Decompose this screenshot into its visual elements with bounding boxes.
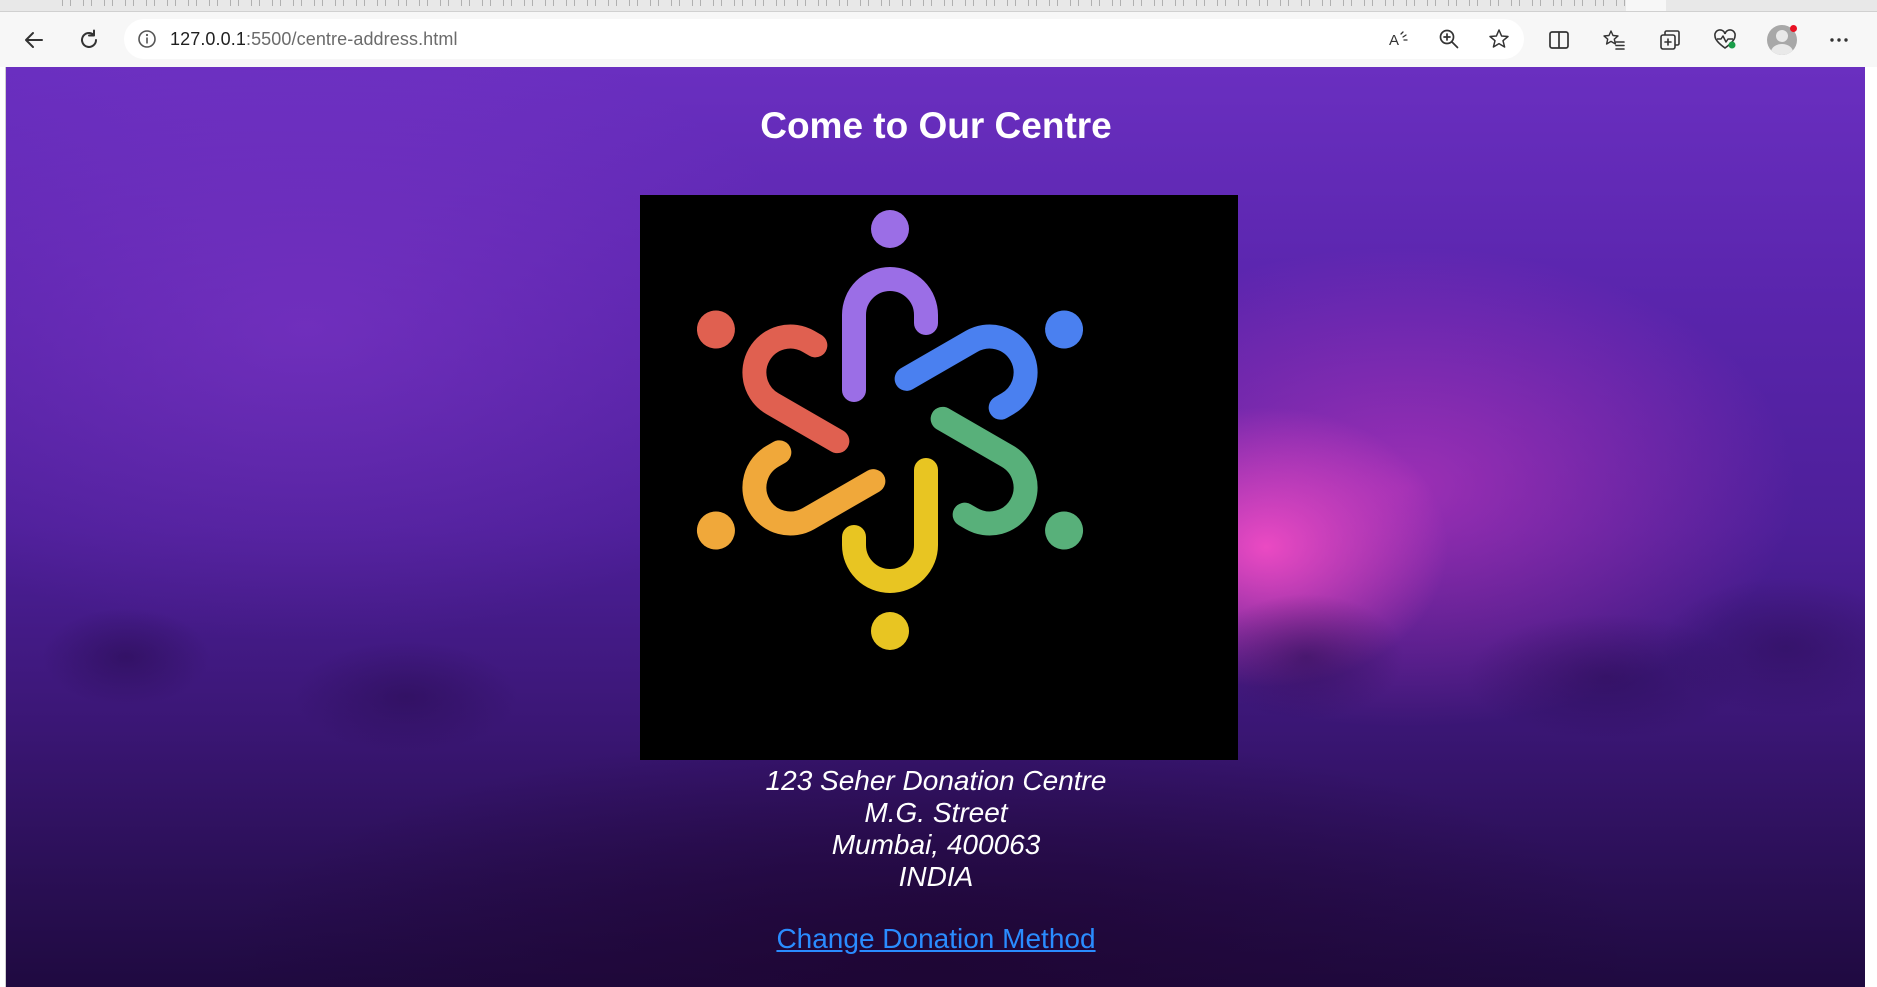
url-path: :5500/centre-address.html [245,28,458,49]
collections-button[interactable] [1652,22,1688,58]
add-favorite-button[interactable] [1474,19,1524,59]
back-button[interactable] [16,22,52,58]
favorites-button[interactable] [1596,22,1632,58]
heart-pulse-icon [1714,29,1736,49]
collections-icon [1660,30,1680,50]
address-line-4: INDIA [898,861,974,892]
address-line-3: Mumbai, 400063 [831,829,1041,860]
url-host: 127.0.0.1 [170,28,246,49]
favorites-icon [1603,30,1625,50]
logo-figure-head [1045,511,1084,550]
page-viewport: Come to Our Centre 123 Seher Donation Ce… [5,67,1865,987]
address-line-1: 123 Seher Donation Centre [765,765,1107,796]
logo-figure-head [1045,310,1084,349]
reload-icon [81,29,97,48]
centre-address: 123 Seher Donation Centre M.G. Street Mu… [6,765,1865,893]
star-icon [1489,29,1509,48]
split-screen-icon [1549,31,1569,49]
tab-strip [0,0,1877,12]
site-info-button[interactable] [124,19,170,59]
active-tab[interactable] [1626,0,1666,11]
url-text[interactable]: 127.0.0.1:5500/centre-address.html [170,29,458,50]
logo-figure-head [696,511,735,550]
performance-button[interactable] [1707,22,1743,58]
logo-figure-head [871,210,909,248]
address-bar-actions: A [1374,19,1524,59]
logo-figure-head [871,612,909,650]
page-title: Come to Our Centre [760,105,1112,146]
browser-toolbar: 127.0.0.1:5500/centre-address.html A [0,12,1877,67]
zoom-icon [1439,29,1459,49]
read-aloud-button[interactable]: A [1374,19,1424,59]
split-screen-button[interactable] [1541,22,1577,58]
change-donation-method-link[interactable]: Change Donation Method [776,923,1095,954]
arrow-left-icon [25,32,43,48]
reload-button[interactable] [71,22,107,58]
change-donation-link-container: Change Donation Method [6,923,1865,955]
info-icon [138,30,156,48]
logo-figure-head [696,310,735,349]
address-bar[interactable]: 127.0.0.1:5500/centre-address.html A [124,19,1524,59]
zoom-button[interactable] [1424,19,1474,59]
notification-dot [1790,25,1797,32]
svg-text:A: A [1389,32,1399,49]
read-aloud-icon: A [1389,31,1408,49]
centre-logo [640,195,1238,760]
more-button[interactable] [1821,22,1857,58]
more-icon [1830,38,1848,42]
logo-people-circle [696,210,1084,650]
address-line-2: M.G. Street [864,797,1008,828]
tab-strip-tabs[interactable] [56,0,1626,6]
